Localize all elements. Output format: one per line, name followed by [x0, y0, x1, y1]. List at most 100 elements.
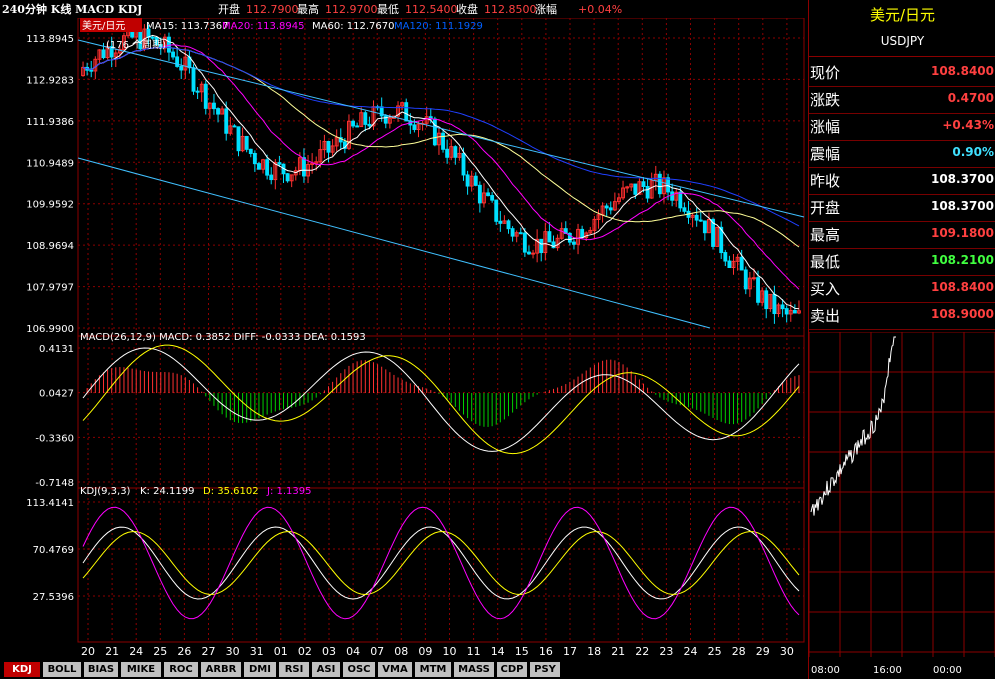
candle-body: [666, 177, 670, 193]
x-tick: 20: [81, 645, 95, 658]
candle-body: [203, 83, 208, 109]
tab-asi[interactable]: ASI: [312, 662, 340, 677]
quote-row: 卖出 108.9000: [809, 301, 995, 330]
candle-body: [739, 256, 744, 271]
candle-body: [465, 174, 470, 187]
candle-body: [572, 241, 576, 245]
quote-row-label: 卖出: [810, 307, 841, 325]
quote-row-label: 最高: [810, 226, 841, 244]
candle-body: [539, 238, 544, 254]
candle-body: [547, 231, 552, 243]
candle-body: [432, 118, 437, 146]
candle-body: [171, 51, 175, 58]
x-tick: 28: [732, 645, 746, 658]
candle-body: [486, 192, 490, 197]
candle-body: [252, 152, 257, 165]
candle-body: [351, 120, 355, 127]
price-y-tick: 113.8945: [26, 34, 74, 45]
x-tick: 21: [611, 645, 625, 658]
quote-row-value: 0.4700: [947, 91, 994, 105]
quote-row-value: 108.8400: [930, 64, 994, 78]
candle-body: [784, 308, 789, 315]
x-tick: 03: [322, 645, 336, 658]
tab-cdp[interactable]: CDP: [497, 662, 527, 677]
candle-body: [527, 251, 531, 255]
tab-boll[interactable]: BOLL: [43, 662, 81, 677]
candle-body: [780, 304, 785, 310]
x-tick: 17: [563, 645, 577, 658]
x-tick: 10: [443, 645, 457, 658]
candle-body: [191, 67, 196, 92]
kdj-panel: [82, 506, 800, 620]
candle-body: [367, 123, 372, 127]
candle-body: [792, 310, 797, 314]
candle-body: [764, 290, 769, 310]
candle-body: [302, 157, 306, 177]
candle-body: [641, 181, 646, 188]
candle-body: [326, 140, 331, 153]
chart-info-bar: 240分钟 K线 MACD KDJ 开盘 112.7900 最高 112.970…: [0, 0, 808, 20]
candle-body: [633, 183, 638, 195]
tab-bias[interactable]: BIAS: [84, 662, 118, 677]
x-tick: 26: [177, 645, 191, 658]
tab-mass[interactable]: MASS: [454, 662, 494, 677]
candle-body: [678, 191, 683, 209]
tab-mtm[interactable]: MTM: [415, 662, 451, 677]
x-tick: 14: [491, 645, 505, 658]
change-value: +0.04%: [578, 3, 623, 16]
tab-roc[interactable]: ROC: [164, 662, 198, 677]
price-y-tick: 109.9592: [26, 200, 74, 211]
x-tick: 15: [515, 645, 529, 658]
quote-row-label: 震幅: [810, 145, 841, 163]
tab-psy[interactable]: PSY: [530, 662, 560, 677]
price-y-tick: 106.9900: [26, 324, 74, 335]
quote-row-label: 现价: [810, 64, 841, 82]
tab-mike[interactable]: MIKE: [121, 662, 161, 677]
quote-divider: [809, 56, 995, 57]
x-tick: 25: [708, 645, 722, 658]
quote-row-value: +0.43%: [942, 118, 994, 132]
tab-arbr[interactable]: ARBR: [201, 662, 241, 677]
panel-border: [77, 335, 805, 489]
x-tick: 23: [659, 645, 673, 658]
y-axis-labels: 113.8945 112.9283 111.9386 110.9489 109.9592…: [26, 34, 74, 603]
candle-body: [657, 173, 662, 195]
candle-body: [383, 115, 388, 124]
tab-rsi[interactable]: RSI: [279, 662, 309, 677]
quote-row-value: 109.1800: [930, 226, 994, 240]
tab-osc[interactable]: OSC: [343, 662, 375, 677]
candle-body: [285, 173, 290, 182]
chart-grid: [77, 18, 805, 643]
candle-body: [441, 132, 445, 150]
candle-body: [694, 214, 699, 221]
tab-kdj[interactable]: KDJ: [4, 662, 40, 677]
chart-area[interactable]: 113.8945 112.9283 111.9386 110.9489 109.9592…: [0, 18, 808, 660]
quote-code: USDJPY: [880, 34, 925, 48]
x-tick: 21: [105, 645, 119, 658]
candle-body: [473, 175, 478, 186]
x-tick: 27: [202, 645, 216, 658]
candle-body: [477, 184, 482, 204]
quote-row-value: 108.8400: [930, 280, 994, 294]
quote-row-value: 108.3700: [930, 172, 994, 186]
low-label: 最低: [377, 3, 399, 16]
tab-dmi[interactable]: DMI: [244, 662, 276, 677]
quote-row-label: 最低: [810, 253, 841, 271]
dea-line: [82, 344, 800, 455]
candle-body: [265, 159, 270, 176]
diff-line: [82, 347, 800, 452]
candle-body: [461, 152, 466, 176]
mini-time-tick: 00:00: [933, 665, 962, 676]
tab-vma[interactable]: VMA: [378, 662, 412, 677]
candle-body: [404, 102, 409, 122]
candle-body: [363, 112, 368, 125]
candle-body: [269, 174, 274, 181]
x-tick: 29: [756, 645, 770, 658]
quote-row: 开盘 108.3700: [809, 193, 995, 222]
candle-body: [743, 269, 748, 290]
ma20-label: MA20: 113.8945: [222, 21, 304, 32]
macd-y-tick: -0.3360: [35, 433, 74, 444]
x-tick: 24: [684, 645, 698, 658]
quote-row-value: 108.2100: [930, 253, 994, 267]
macd-panel: [82, 344, 800, 455]
